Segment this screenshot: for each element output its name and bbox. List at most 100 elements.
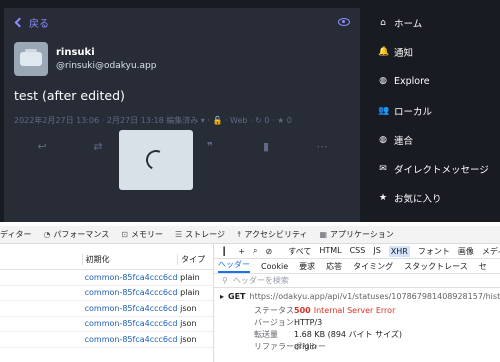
initiator-cell[interactable]: common-85fca4ccc6cda...	[82, 273, 178, 282]
quote-icon[interactable]: ❞	[200, 140, 220, 153]
header-key: ステータス	[254, 305, 294, 315]
loading-modal	[119, 130, 193, 190]
header-value: 1.68 KB (894 バイト サイズ)	[294, 329, 402, 339]
request-row[interactable]: common-85fca4ccc6cda...plain	[0, 286, 213, 301]
header-row: 転送量 1.68 KB (894 バイト サイズ)	[214, 328, 500, 340]
detail-tab-1[interactable]: Cookie	[261, 262, 288, 271]
account-header[interactable]: rinsuki @rinsuki@odakyu.app	[4, 36, 360, 76]
initiator-cell[interactable]: common-85fca4ccc6cda...	[82, 288, 178, 297]
header-filter[interactable]: ⚲ ヘッダーを検索	[214, 274, 500, 288]
nav-item-3[interactable]: 👥 ローカル	[368, 96, 500, 125]
nav-item-0[interactable]: ⌂ ホーム	[368, 8, 500, 37]
storage-icon: ☰	[174, 230, 183, 239]
nav-item-1[interactable]: 🔔 通知	[368, 37, 500, 66]
filter-5[interactable]: フォント	[418, 246, 450, 257]
header-value: HTTP/3	[294, 317, 323, 327]
filter-0[interactable]: すべて	[288, 246, 311, 257]
block-icon[interactable]: ⊘	[266, 247, 273, 256]
accessibility-icon: ☨	[237, 230, 242, 239]
status-column: 戻る rinsuki @rinsuki@odakyu.app test (aft…	[4, 8, 360, 222]
detail-tabs: ヘッダー Cookie 要求 応答 タイミング スタックトレースセ	[214, 259, 500, 274]
status-meta[interactable]: 2022年2月27日 13:06 · 2月27日 13:18 編集済み ▾ · …	[4, 103, 360, 126]
add-icon[interactable]: +	[238, 247, 245, 256]
users-icon: 👥	[378, 105, 390, 116]
header-key: リファラーポリシー	[254, 341, 326, 351]
initiator-cell[interactable]: common-85fca4ccc6cda...	[82, 304, 178, 313]
filter-4[interactable]: XHR	[388, 245, 410, 257]
header-row: ステータス 500 Internal Server Error	[214, 304, 500, 316]
tab-accessibility[interactable]: ☨ アクセシビリティ	[237, 229, 307, 240]
nav-item-6[interactable]: ★ お気に入り	[368, 184, 500, 213]
tab-storage[interactable]: ☰ ストレージ	[175, 229, 225, 240]
filter-6[interactable]: 画像	[458, 246, 474, 257]
mastodon-app: 戻る rinsuki @rinsuki@odakyu.app test (aft…	[0, 0, 500, 222]
nav-item-label: Explore	[394, 75, 430, 87]
detail-tab-2[interactable]: 要求	[299, 261, 315, 272]
initiator-cell[interactable]: common-85fca4ccc6cda...	[82, 335, 178, 344]
filter-1[interactable]: HTML	[319, 246, 341, 257]
nav-item-2[interactable]: ◍ Explore	[368, 67, 500, 96]
nav-item-4[interactable]: ◍ 連合	[368, 125, 500, 154]
network-list-header: 初期化 タイプ	[0, 244, 213, 270]
memory-icon: ⊡	[121, 230, 128, 239]
type-cell: plain	[180, 288, 200, 298]
column-header: 戻る	[4, 8, 360, 36]
request-row[interactable]: common-85fca4ccc6cda...json	[0, 317, 213, 332]
filter-7[interactable]: メディア	[482, 246, 500, 257]
detail-tab-0[interactable]: ヘッダー	[218, 259, 250, 273]
detail-tab-4[interactable]: タイミング	[353, 261, 393, 272]
pane-toggle-icon[interactable]: ▕▏	[218, 247, 230, 256]
header-key: バージョン	[254, 317, 294, 327]
avatar[interactable]	[14, 42, 48, 76]
reply-icon[interactable]: ↩	[32, 140, 52, 153]
detail-tab-3[interactable]: 応答	[326, 261, 342, 272]
bookmark-icon[interactable]: ▮	[256, 140, 276, 153]
expand-arrow-icon[interactable]: ▸	[220, 292, 224, 301]
filter-icon: ⚲	[222, 276, 228, 285]
tab-application[interactable]: ▦ アプリケーション	[319, 229, 393, 240]
back-button[interactable]: 戻る	[14, 15, 49, 30]
boost-icon[interactable]: ⇄	[88, 140, 108, 153]
header-value: origin	[294, 341, 317, 351]
navigation-panel: ⌂ ホーム 🔔 通知 ◍ Explore 👥 ローカル ◍ 連合 ✉ ダイレクトメッセージ ★ お気に入り	[368, 8, 500, 213]
nav-item-label: お気に入り	[394, 194, 442, 206]
application-icon: ▦	[319, 230, 328, 239]
loading-spinner-icon	[143, 147, 169, 173]
initiator-cell[interactable]: common-85fca4ccc6cda...	[82, 319, 178, 328]
request-url: https://odakyu.app/api/v1/statuses/10786…	[249, 291, 500, 301]
status-content: test (after edited)	[14, 88, 125, 103]
tab-memory[interactable]: ⊡ メモリー	[121, 229, 163, 240]
header-key: 転送量	[254, 329, 278, 339]
type-cell: json	[180, 334, 197, 344]
search-icon[interactable]: ⌕	[253, 246, 257, 256]
more-icon[interactable]: ⋯	[312, 140, 332, 153]
tab-performance[interactable]: ◔ パフォーマンス	[43, 229, 109, 240]
network-toolbar: ▕▏ + ⌕ ⊘ すべて HTML CSS JS XHR フォント画像メディア	[214, 244, 500, 259]
tab-debugger[interactable]: ディター	[0, 229, 31, 240]
nav-item-label: ホーム	[394, 18, 423, 30]
request-row[interactable]: common-85fca4ccc6cda...json	[0, 301, 213, 317]
header-filter-input[interactable]: ヘッダーを検索	[233, 275, 289, 286]
filter-3[interactable]: JS	[373, 246, 380, 257]
eye-icon[interactable]	[338, 18, 350, 26]
status-text: Internal Server Error	[313, 305, 396, 315]
bell-icon: 🔔	[378, 46, 390, 57]
type-cell: plain	[180, 272, 200, 282]
nav-item-label: 連合	[394, 135, 414, 147]
detail-tab-5[interactable]: スタックトレース	[404, 261, 468, 272]
filter-2[interactable]: CSS	[350, 246, 366, 257]
chevron-left-icon	[14, 17, 25, 27]
network-request-list: 初期化 タイプ common-85fca4ccc6cda...plaincomm…	[0, 244, 214, 362]
detail-tab-6[interactable]: セ	[479, 261, 487, 272]
column-type[interactable]: タイプ	[177, 254, 213, 265]
nav-item-label: 通知	[394, 47, 414, 59]
column-initiator[interactable]: 初期化	[81, 254, 178, 265]
back-label: 戻る	[29, 18, 49, 30]
display-name: rinsuki	[56, 47, 95, 58]
request-row[interactable]: common-85fca4ccc6cda...json	[0, 332, 213, 348]
globe-icon: ◍	[379, 76, 387, 87]
request-row[interactable]: common-85fca4ccc6cda...plain	[0, 270, 213, 286]
type-cell: json	[180, 303, 197, 313]
status-code: 500	[294, 305, 311, 315]
nav-item-5[interactable]: ✉ ダイレクトメッセージ	[368, 154, 500, 183]
